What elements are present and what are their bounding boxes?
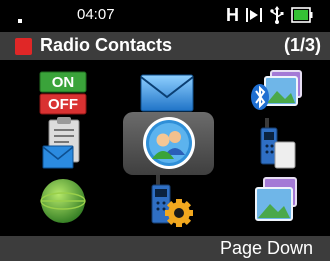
scan-icon — [246, 8, 262, 22]
page-indicator: (1/3) — [283, 35, 321, 55]
menu-item-radio-battery[interactable] — [232, 115, 322, 173]
h-indicator: H — [226, 5, 239, 25]
messages-icon — [140, 74, 194, 112]
signal-strength-icon — [18, 19, 22, 23]
page-down-softkey[interactable]: Page Down — [220, 238, 313, 259]
radio-settings-icon — [151, 175, 193, 227]
green-globe-icon — [40, 179, 86, 223]
bluetooth-images-icon — [251, 70, 302, 110]
battery-icon — [291, 7, 313, 23]
softkey-bar: Page Down — [0, 236, 330, 261]
menu-item-clipboard-mail[interactable] — [18, 115, 108, 173]
radio-screen: 04:07 H Radio Contacts (1/3) ON OFF Page… — [0, 0, 330, 261]
page-title: Radio Contacts — [40, 35, 173, 55]
on-off-icon: ON OFF — [39, 71, 87, 115]
menu-item-gallery[interactable] — [232, 172, 322, 230]
title-indicator-icon — [15, 38, 32, 55]
menu-item-radio-contacts[interactable] — [124, 114, 214, 172]
status-time: 04:07 — [77, 6, 115, 23]
menu-item-on-off[interactable]: ON OFF — [18, 64, 108, 122]
menu-item-bluetooth-images[interactable] — [232, 64, 322, 122]
radio-contacts-icon — [143, 117, 195, 169]
usb-icon — [270, 6, 284, 24]
title-bar: Radio Contacts (1/3) — [0, 32, 330, 60]
menu-item-globe[interactable] — [18, 172, 108, 230]
gallery-icon — [255, 177, 297, 221]
status-bar: 04:07 H — [0, 0, 330, 30]
on-label: ON — [52, 74, 75, 91]
menu-item-radio-settings[interactable] — [124, 172, 214, 230]
status-icons: H — [226, 5, 313, 25]
clipboard-mail-icon — [42, 117, 80, 169]
radio-battery-icon — [260, 118, 296, 169]
off-label: OFF — [48, 96, 78, 113]
